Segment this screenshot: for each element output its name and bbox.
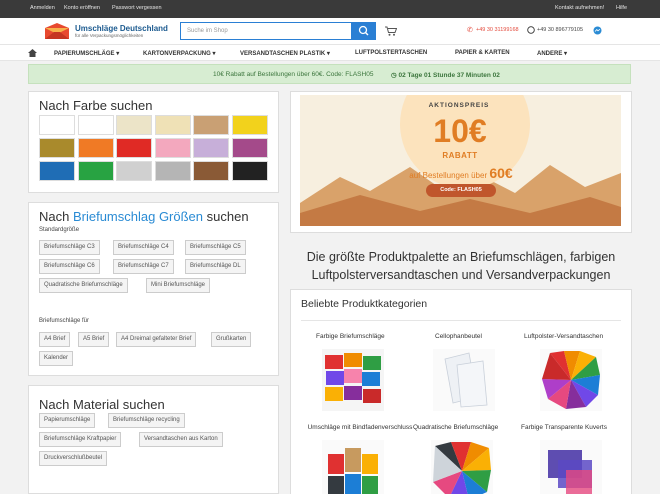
category-label-farbige[interactable]: Farbige Briefumschläge <box>316 333 385 340</box>
transparent-envelopes-image[interactable] <box>540 440 602 494</box>
login-link[interactable]: Anmelden <box>30 5 55 11</box>
size-filter-panel: Nach Briefumschlag Größen suchen Standar… <box>28 202 279 376</box>
site-header: Umschläge Deutschland für alle Verpackun… <box>0 18 660 44</box>
size-tag-dl[interactable]: Briefumschläge DL <box>185 259 246 274</box>
square-envelopes-image[interactable] <box>431 440 493 494</box>
color-swatch[interactable] <box>116 115 152 135</box>
letter-type-label: Briefumschläge für <box>39 318 90 324</box>
size-tag-c7[interactable]: Briefumschläge C7 <box>113 259 174 274</box>
popular-categories-panel: Beliebte Produktkategorien Farbige Brief… <box>290 289 632 494</box>
category-label-luftpolster[interactable]: Luftpolster-Versandtaschen <box>524 333 603 340</box>
size-tag-c6[interactable]: Briefumschläge C6 <box>39 259 100 274</box>
color-swatch[interactable] <box>77 161 114 181</box>
cart-icon[interactable] <box>385 26 397 36</box>
size-tag-a4-dreimal[interactable]: A4 Dreimal gefalteter Brief <box>116 332 197 347</box>
size-tag-quadratisch[interactable]: Quadratische Briefumschläge <box>39 278 128 293</box>
home-icon[interactable] <box>28 49 37 57</box>
string-envelopes-image[interactable] <box>322 440 384 494</box>
padded-envelopes-image[interactable] <box>540 349 602 411</box>
color-swatch[interactable] <box>193 115 229 135</box>
banner-code: Code: FLASH05 <box>426 184 496 197</box>
color-filter-title: Nach Farbe suchen <box>39 98 153 113</box>
color-swatch[interactable] <box>231 138 268 158</box>
register-link[interactable]: Konto eröffnen <box>64 5 100 11</box>
discount-banner[interactable]: AKTIONSPREIS 10€ RABATT auf Bestellungen… <box>300 95 621 226</box>
banner-amount: 10€ <box>433 113 487 149</box>
color-swatch[interactable] <box>77 115 114 135</box>
promo-timer: ◷ 02 Tage 01 Stunde 37 Minuten 02 <box>391 72 500 79</box>
size-tag-c3[interactable]: Briefumschläge C3 <box>39 240 100 255</box>
messenger-icon[interactable] <box>593 26 602 35</box>
top-bar: Anmelden Konto eröffnen Passwort vergess… <box>0 0 660 18</box>
size-tag-mini[interactable]: Mini Briefumschläge <box>146 278 211 293</box>
promo-banner: 10€ Rabatt auf Bestellungen über 60€. Co… <box>28 64 631 84</box>
category-label-cellophan[interactable]: Cellophanbeutel <box>435 333 482 340</box>
material-filter-title: Nach Material suchen <box>39 397 165 412</box>
main-navigation: PAPIERUMSCHLÄGE ▾ KARTONVERPACKUNG ▾ VER… <box>0 44 660 61</box>
size-tag-grusskarten[interactable]: Grußkarten <box>211 332 252 347</box>
color-swatch[interactable] <box>77 138 114 158</box>
material-filter-panel: Nach Material suchen Papierumschläge Bri… <box>28 385 279 494</box>
forgot-password-link[interactable]: Passwort vergessen <box>112 5 162 11</box>
color-swatch[interactable] <box>193 161 229 181</box>
search-icon <box>358 25 369 36</box>
category-label-bindfaden[interactable]: Umschläge mit Bindfadenverschluss <box>306 424 414 431</box>
cellophane-bags-image[interactable] <box>433 349 495 411</box>
color-swatch[interactable] <box>154 161 191 181</box>
color-filter-panel: Nach Farbe suchen <box>28 91 279 193</box>
search-input[interactable]: Suche im Shop <box>180 22 352 40</box>
category-label-quadratisch[interactable]: Quadratische Briefumschläge <box>413 424 498 431</box>
nav-andere[interactable]: ANDERE ▾ <box>537 50 567 57</box>
envelope-logo-icon[interactable] <box>43 22 71 40</box>
color-swatch[interactable] <box>39 161 75 181</box>
promo-text: 10€ Rabatt auf Bestellungen über 60€. Co… <box>213 71 374 78</box>
color-swatch[interactable] <box>193 138 229 158</box>
standard-size-label: Standardgröße <box>39 227 80 233</box>
logo-subtitle: für alle Verpackungsmöglichkeiten <box>75 33 144 38</box>
material-tag-kraftpapier[interactable]: Briefumschläge Kraftpapier <box>39 432 122 447</box>
search-button[interactable] <box>352 22 376 40</box>
size-tag-c5[interactable]: Briefumschläge C5 <box>185 240 246 255</box>
nav-kartonverpackung[interactable]: KARTONVERPACKUNG ▾ <box>143 50 215 57</box>
banner-min-order: auf Bestellungen über 60€ <box>409 165 513 181</box>
color-swatch[interactable] <box>39 115 75 135</box>
whatsapp-icon <box>527 26 535 34</box>
category-label-transparent[interactable]: Farbige Transparente Kuverts <box>521 424 607 431</box>
color-swatch[interactable] <box>116 161 152 181</box>
size-tag-a4-brief[interactable]: A4 Brief <box>39 332 71 347</box>
banner-aktionspreis: AKTIONSPREIS <box>428 102 490 109</box>
color-swatch[interactable] <box>116 138 152 158</box>
color-swatch[interactable] <box>154 138 191 158</box>
page-headline: Die größte Produktpalette an Briefumschl… <box>306 250 616 282</box>
nav-papier-karten[interactable]: PAPIER & KARTEN <box>455 50 510 56</box>
contact-link[interactable]: Kontakt aufnehmen! <box>555 5 604 11</box>
nav-papierumschlaege[interactable]: PAPIERUMSCHLÄGE ▾ <box>54 50 119 57</box>
material-tag-karton[interactable]: Versandtaschen aus Karton <box>139 432 223 447</box>
logo-title[interactable]: Umschläge Deutschland <box>75 24 168 33</box>
nav-versandtaschen-plastik[interactable]: VERSANDTASCHEN PLASTIK ▾ <box>240 50 330 57</box>
material-tag-papier[interactable]: Papierumschläge <box>39 413 96 428</box>
color-swatch[interactable] <box>231 115 268 135</box>
material-tag-druckverschluss[interactable]: Druckverschlußbeutel <box>39 451 108 466</box>
help-link[interactable]: Hilfe <box>616 5 627 11</box>
colored-envelopes-image[interactable] <box>322 349 384 411</box>
phone-number[interactable]: +49 30 31199168 <box>476 27 519 33</box>
size-filter-title: Nach Briefumschlag Größen suchen <box>39 209 249 224</box>
popular-categories-title: Beliebte Produktkategorien <box>301 298 428 310</box>
whatsapp-number[interactable]: +49 30 896779105 <box>537 27 583 33</box>
size-tag-c4[interactable]: Briefumschläge C4 <box>113 240 174 255</box>
color-swatch[interactable] <box>231 161 268 181</box>
banner-rabatt: RABATT <box>442 151 478 160</box>
material-tag-recycling[interactable]: Briefumschläge recycling <box>108 413 185 428</box>
size-tag-kalender[interactable]: Kalender <box>39 351 74 366</box>
phone-icon: ✆ <box>467 27 473 34</box>
size-tag-a5-brief[interactable]: A5 Brief <box>78 332 110 347</box>
categories-divider <box>301 320 621 321</box>
nav-luftpolstertaschen[interactable]: LUFTPOLSTERTASCHEN <box>355 50 427 56</box>
color-swatch[interactable] <box>39 138 75 158</box>
color-swatch[interactable] <box>154 115 191 135</box>
